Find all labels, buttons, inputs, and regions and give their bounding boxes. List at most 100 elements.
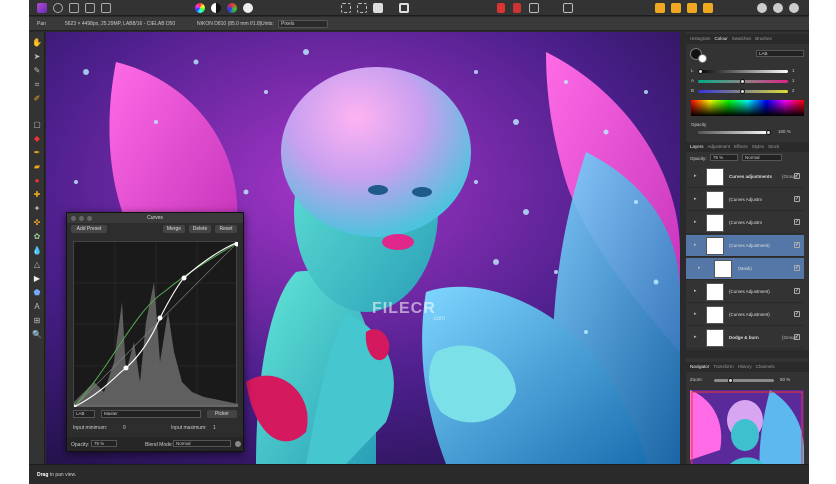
tab-channels[interactable]: Channels <box>756 364 775 369</box>
clone-tool-icon[interactable]: ✚ <box>32 190 42 200</box>
minimize-dot-icon[interactable] <box>79 216 84 221</box>
tab-swatches[interactable]: Swatches <box>732 36 752 41</box>
opacity-slider[interactable] <box>698 130 771 135</box>
layer-row[interactable]: ▸ (Curves Adjustm ✓ <box>686 189 804 211</box>
selection-brush-icon[interactable]: ✐ <box>32 94 42 104</box>
white-balance-icon[interactable] <box>243 3 253 13</box>
persona-develop-icon[interactable] <box>85 3 95 13</box>
move-tool-icon[interactable]: ➤ <box>32 52 42 62</box>
arrange-forward-icon[interactable] <box>671 3 681 13</box>
curve-point[interactable] <box>234 241 240 247</box>
layer-visibility-checkbox[interactable]: ✓ <box>794 196 800 202</box>
hsl-icon[interactable] <box>227 3 237 13</box>
picker-button[interactable]: Picker <box>207 410 237 418</box>
blemish-tool-icon[interactable]: ✿ <box>32 232 42 242</box>
levels-icon[interactable] <box>211 3 221 13</box>
channel-b-slider[interactable] <box>698 89 788 94</box>
pen-tool-icon[interactable]: ▶ <box>32 274 42 284</box>
secondary-colour-swatch[interactable] <box>698 54 707 63</box>
zoom-tool-icon[interactable]: 🔍 <box>32 330 42 340</box>
persona-liquify-icon[interactable] <box>69 3 79 13</box>
hand-tool-icon[interactable]: ✋ <box>32 38 42 48</box>
curves-graph[interactable] <box>71 241 240 410</box>
selection-icon[interactable] <box>373 3 383 13</box>
personas-icon[interactable] <box>773 3 783 13</box>
text-tool-icon[interactable]: A <box>32 302 42 312</box>
layer-visibility-checkbox[interactable]: ✓ <box>794 265 800 271</box>
channel-a-knob[interactable] <box>740 79 745 84</box>
magnet-icon[interactable] <box>529 3 539 13</box>
tab-layers[interactable]: Layers <box>690 144 704 149</box>
quick-mask-icon[interactable] <box>399 3 409 13</box>
sharpen-tool-icon[interactable]: △ <box>32 260 42 270</box>
zoom-knob[interactable] <box>728 378 733 383</box>
expand-arrow-icon[interactable]: ▸ <box>698 265 701 271</box>
navigator-preview[interactable] <box>690 390 804 472</box>
curve-point[interactable] <box>181 275 187 281</box>
blend-mode-select[interactable]: Normal <box>173 440 231 447</box>
tab-transform[interactable]: Transform <box>713 364 733 369</box>
merge-button[interactable]: Merge <box>163 225 185 233</box>
channel-select[interactable]: Master <box>101 410 201 418</box>
add-preset-button[interactable]: Add Preset <box>71 225 107 233</box>
close-dot-icon[interactable] <box>71 216 76 221</box>
layer-row[interactable]: ▸ (Curves Adjustm ✓ <box>686 212 804 234</box>
reset-button[interactable]: Reset <box>215 225 237 233</box>
tab-colour[interactable]: Colour <box>715 36 728 41</box>
layer-visibility-checkbox[interactable]: ✓ <box>794 311 800 317</box>
layer-visibility-checkbox[interactable]: ✓ <box>794 242 800 248</box>
arrange-front-icon[interactable] <box>655 3 665 13</box>
tab-effects[interactable]: Effects <box>734 144 748 149</box>
layer-opacity-select[interactable]: 75 % <box>710 154 738 161</box>
shape-tool-icon[interactable]: ⬟ <box>32 288 42 298</box>
channel-l-knob[interactable] <box>698 69 703 74</box>
crop-tool-icon[interactable]: ⌗ <box>32 80 42 90</box>
mesh-warp-icon[interactable]: ⊞ <box>32 316 42 326</box>
colour-model-select[interactable]: LAB <box>756 50 804 57</box>
expand-arrow-icon[interactable]: ▸ <box>694 219 697 225</box>
marquee-tool-icon[interactable]: ▢ <box>32 120 42 130</box>
marquee-ellipse-icon[interactable] <box>357 3 367 13</box>
marquee-icon[interactable] <box>341 3 351 13</box>
blur-tool-icon[interactable]: 💧 <box>32 246 42 256</box>
input-max-value[interactable]: 1 <box>213 425 216 431</box>
snapping-icon[interactable] <box>513 3 521 13</box>
input-min-value[interactable]: 0 <box>123 425 126 431</box>
tab-history[interactable]: History <box>738 364 752 369</box>
zoom-dot-icon[interactable] <box>87 216 92 221</box>
layer-visibility-checkbox[interactable]: ✓ <box>794 334 800 340</box>
tab-histogram[interactable]: Histogram <box>690 36 711 41</box>
curve-point[interactable] <box>157 315 163 321</box>
layer-visibility-checkbox[interactable]: ✓ <box>794 219 800 225</box>
color-wheel-icon[interactable] <box>195 3 205 13</box>
layer-row[interactable]: ▸ Curves adjustments (Group) ✓ <box>686 166 804 188</box>
layer-row[interactable]: ▸ (Curves Adjustment) ✓ <box>686 281 804 303</box>
layer-visibility-checkbox[interactable]: ✓ <box>794 288 800 294</box>
channel-a-slider[interactable] <box>698 79 788 84</box>
smudge-tool-icon[interactable]: ✦ <box>32 204 42 214</box>
delete-button[interactable]: Delete <box>189 225 211 233</box>
layer-row[interactable]: ▸ (Curves Adjustment) ✓ <box>686 235 804 257</box>
persona-tonemap-icon[interactable] <box>101 3 111 13</box>
layer-row[interactable]: ▸ Dodge & burn (Group) ✓ <box>686 327 804 349</box>
view-mode-icon[interactable] <box>497 3 505 13</box>
share-icon[interactable] <box>789 3 799 13</box>
colour-spectrum[interactable] <box>691 100 804 116</box>
tab-brushes[interactable]: Brushes <box>755 36 772 41</box>
channel-b-knob[interactable] <box>740 89 745 94</box>
dodge-tool-icon[interactable]: ● <box>32 176 42 186</box>
settings-gear-icon[interactable] <box>235 441 241 447</box>
expand-arrow-icon[interactable]: ▸ <box>694 288 697 294</box>
assistant-icon[interactable] <box>757 3 767 13</box>
persona-photo-icon[interactable] <box>53 3 63 13</box>
curves-opacity-select[interactable]: 75 % <box>91 440 117 447</box>
tab-styles[interactable]: Styles <box>752 144 764 149</box>
tab-navigator[interactable]: Navigator <box>690 364 709 369</box>
expand-arrow-icon[interactable]: ▸ <box>694 196 697 202</box>
expand-arrow-icon[interactable]: ▸ <box>694 173 697 179</box>
expand-arrow-icon[interactable]: ▸ <box>694 242 697 248</box>
curve-point[interactable] <box>123 365 129 371</box>
healing-tool-icon[interactable]: ✜ <box>32 218 42 228</box>
expand-arrow-icon[interactable]: ▸ <box>694 334 697 340</box>
view-tool-icon[interactable]: ✎ <box>32 66 42 76</box>
